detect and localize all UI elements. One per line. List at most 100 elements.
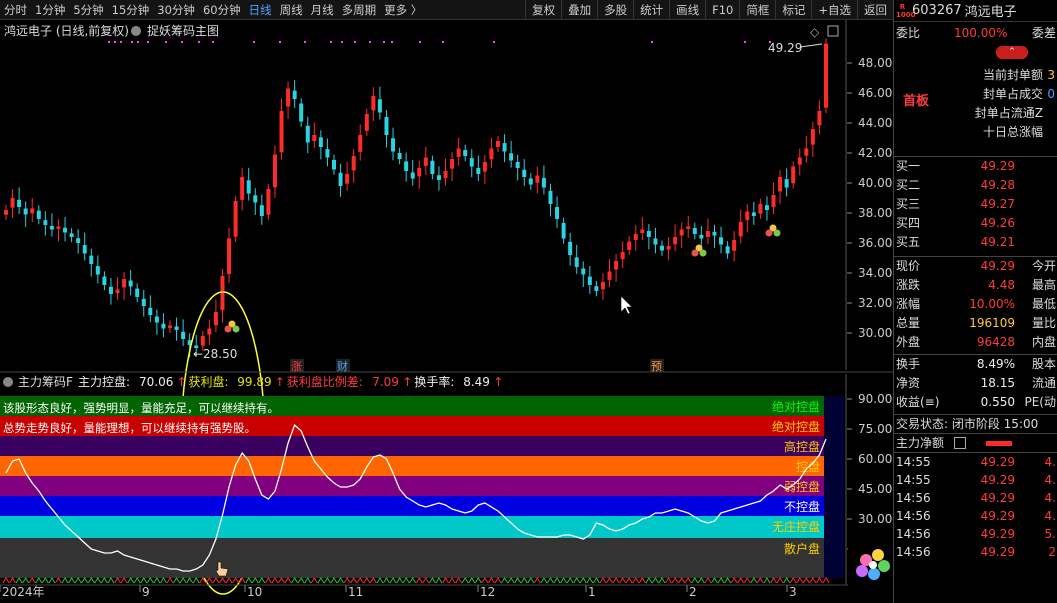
bid-row: 买一 49.29 [894, 157, 1057, 176]
comment-line-2: 总势走势良好，量能理想，可以继续持有强势股。 [3, 421, 256, 435]
seal-label: 当前封单额 [982, 68, 1043, 82]
bid-row: 买四 49.26 [894, 214, 1057, 233]
sub-item-value: 7.09 [372, 375, 399, 389]
candle [404, 152, 409, 182]
event-marker[interactable]: 预 [650, 359, 664, 373]
tool-button-8[interactable]: +自选 [811, 0, 857, 20]
candle [535, 166, 540, 194]
tick-row: 14:55 49.29 4. [894, 471, 1057, 489]
candle [174, 317, 179, 341]
tick-price: 49.29 [980, 509, 1015, 523]
tab-period-4[interactable]: 30分钟 [153, 0, 199, 20]
candle [4, 204, 8, 221]
band-label: 不控盘 [784, 499, 820, 514]
tick-volume: 4. [1044, 455, 1056, 469]
candle [95, 255, 100, 284]
quote-row: 净资 18.15 流通 [894, 374, 1057, 393]
candle [128, 269, 133, 296]
rzrq-badge: R 1000 [896, 2, 916, 19]
tool-button-9[interactable]: 返回 [857, 0, 893, 20]
price-tick-label: 48.00 [858, 56, 892, 70]
candle [496, 135, 500, 153]
chevron-down-icon[interactable] [3, 377, 13, 387]
tab-period-6[interactable]: 日线 [245, 0, 276, 20]
tool-button-0[interactable]: 复权 [525, 0, 561, 20]
candle [207, 319, 212, 346]
tab-period-2[interactable]: 5分钟 [69, 0, 107, 20]
sub-item-label: 换手率: [414, 374, 454, 389]
candle [108, 277, 113, 305]
indicator-name[interactable]: 捉妖筹码主图 [147, 23, 219, 38]
candle [89, 248, 94, 277]
candle [469, 149, 474, 178]
tool-button-7[interactable]: 标记 [775, 0, 811, 20]
seal-row: 封单占流通Z [894, 104, 1057, 123]
collapse-icon[interactable]: ⌃ [996, 46, 1028, 59]
tool-button-3[interactable]: 统计 [633, 0, 669, 20]
tab-period-7[interactable]: 周线 [276, 0, 307, 20]
tick-price: 49.29 [980, 491, 1015, 505]
bid-book: 买一 49.29 买二 49.28 买三 49.27 买四 49.26 买五 49.21 [894, 156, 1057, 252]
quote-label-right: 量比 [1031, 316, 1056, 330]
price-tick-label: 38.00 [858, 206, 892, 220]
candle [686, 215, 691, 238]
weibi-row: 委比 100.00% 委差 [894, 22, 1057, 44]
candle [36, 205, 41, 225]
sub-indicator-name[interactable]: 主力筹码F [18, 375, 73, 389]
collapse-row: ⌃ [894, 44, 1057, 66]
x-tick-label: 12 [480, 585, 495, 599]
tab-period-10[interactable]: 更多 〉 [380, 0, 426, 20]
seal-label: 封单占流通Z [974, 106, 1043, 120]
sub-item-label: 获利盘比例差: [287, 374, 363, 389]
tab-period-5[interactable]: 60分钟 [199, 0, 245, 20]
panel-toggle-icon[interactable] [827, 25, 839, 37]
candle [371, 87, 376, 122]
tool-button-6[interactable]: 简框 [739, 0, 775, 20]
event-marker[interactable]: 涨 [290, 359, 304, 373]
tick-price: 49.29 [980, 527, 1015, 541]
event-marker[interactable]: 财 [336, 359, 350, 373]
candle [725, 241, 730, 259]
candle [692, 222, 697, 240]
tab-period-3[interactable]: 15分钟 [108, 0, 154, 20]
x-tick-label: 10 [247, 585, 262, 599]
stock-code: 603267 [912, 3, 962, 18]
sub-item-value: 8.49 [463, 375, 490, 389]
candle [810, 121, 815, 158]
tick-time: 14:56 [896, 491, 931, 505]
tool-button-1[interactable]: 叠加 [561, 0, 597, 20]
quote-row: 总量 196109 量比 [894, 314, 1057, 333]
candle [804, 136, 809, 163]
candle [292, 79, 297, 108]
kline-chart[interactable]: 48.00 46.00 44.00 42.00 40.00 38.00 36.00 34.00… [0, 0, 893, 603]
chevron-down-icon[interactable] [131, 26, 141, 36]
candle [23, 201, 28, 227]
diamond-icon[interactable]: ◇ [810, 25, 820, 39]
candle [600, 273, 605, 300]
candle [594, 280, 599, 297]
tick-price: 49.29 [980, 455, 1015, 469]
seal-label: 十日总涨幅 [982, 125, 1043, 139]
candle [286, 81, 291, 119]
mouse-cursor-icon [620, 295, 633, 315]
tab-period-1[interactable]: 1分钟 [31, 0, 69, 20]
tab-period-0[interactable]: 分时 [0, 0, 31, 20]
tab-period-9[interactable]: 多周期 [338, 0, 381, 20]
candle [561, 217, 566, 244]
tab-period-8[interactable]: 月线 [307, 0, 338, 20]
candle [63, 217, 68, 242]
band-label: 绝对控盘 [772, 419, 820, 434]
price-tick-label: 36.00 [858, 236, 892, 250]
sub-tick-label: 45.00 [858, 482, 892, 496]
candle [581, 261, 586, 287]
tool-button-2[interactable]: 多股 [597, 0, 633, 20]
candle [771, 182, 776, 215]
candle [541, 165, 546, 195]
x-tick-label: 9 [142, 585, 150, 599]
seal-row: 十日总涨幅 [894, 123, 1057, 142]
tool-button-4[interactable]: 画线 [669, 0, 705, 20]
svg-text:涨: 涨 [291, 360, 302, 373]
tool-button-5[interactable]: F10 [705, 0, 739, 20]
list-icon[interactable] [954, 437, 966, 449]
bid-price: 49.29 [980, 159, 1015, 173]
